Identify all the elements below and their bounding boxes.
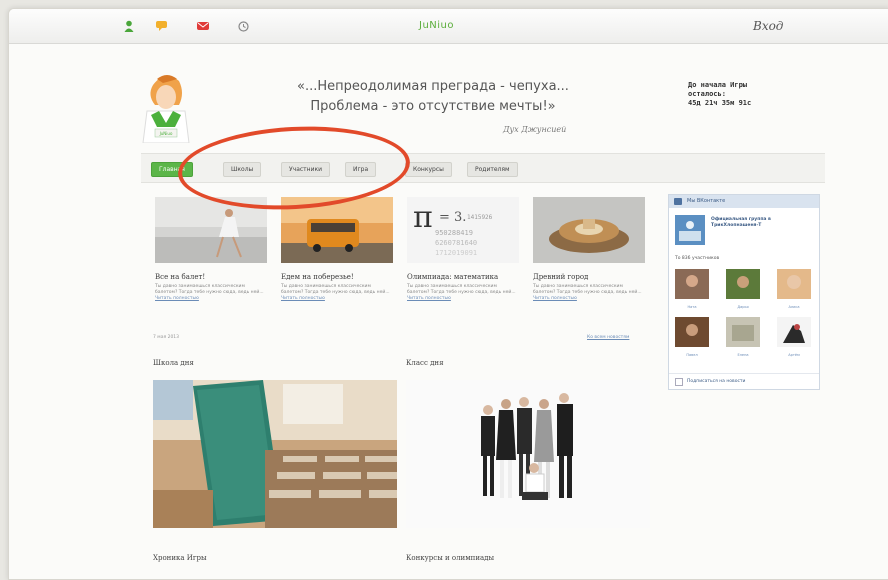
news-title[interactable]: Олимпиада: математика [407, 273, 519, 281]
vk-member-name[interactable]: Алиса [777, 305, 811, 309]
quote-line-1: «...Непреодолимая преграда - чепуха... [297, 79, 569, 94]
mail-icon[interactable] [197, 20, 209, 32]
news-card[interactable]: Все на балет! Ты давно занимаешься класс… [155, 197, 267, 301]
svg-text:= 3.: = 3. [439, 210, 466, 225]
news-text: Ты давно занимаешься классическим балето… [281, 284, 390, 295]
svg-text:6260781640: 6260781640 [435, 239, 477, 247]
all-news-link[interactable]: Ко всем новостям [587, 335, 629, 340]
news-thumb-ballet[interactable] [155, 197, 267, 263]
news-thumb-bus[interactable] [281, 197, 393, 263]
news-read-more[interactable]: Читать полностью [533, 296, 645, 301]
vk-member-name[interactable]: Дарья [726, 305, 760, 309]
main-nav: Главная Школы Участники Игра Конкурсы Ро… [141, 153, 825, 183]
countdown-label-1: До начала Игры [688, 81, 748, 89]
news-card[interactable]: Древний город Ты давно занимаешься класс… [533, 197, 645, 301]
vk-member-name[interactable]: Ната [675, 305, 709, 309]
class-of-day-title: Класс дня [406, 359, 444, 367]
top-bar: JuNiuo Вход [9, 9, 888, 44]
chat-icon[interactable] [156, 20, 168, 32]
news-read-more[interactable]: Читать полностью [281, 296, 393, 301]
vk-member[interactable]: Дарья [726, 269, 760, 309]
header-quote: «...Непреодолимая преграда - чепуха... П… [213, 77, 653, 117]
subscribe-label: Подписаться на новости [687, 379, 746, 384]
news-title[interactable]: Все на балет! [155, 273, 267, 281]
svg-text:1415926: 1415926 [467, 214, 493, 221]
vk-member[interactable]: Павел [675, 317, 709, 357]
vk-group-avatar[interactable] [675, 215, 705, 245]
news-read-more[interactable]: Читать полностью [155, 296, 267, 301]
nav-schools[interactable]: Школы [223, 162, 262, 177]
news-card[interactable]: Едем на поберезье! Ты давно занимаешься … [281, 197, 393, 301]
vk-members-count: То 836 участников [675, 256, 720, 261]
news-text: Ты давно занимаешься классическим балето… [533, 284, 642, 295]
vk-member[interactable]: Артём [777, 317, 811, 357]
nav-home[interactable]: Главная [151, 162, 193, 177]
svg-text:1712019091: 1712019091 [435, 249, 477, 257]
vk-icon [674, 198, 682, 205]
svg-text:π: π [413, 200, 433, 235]
svg-text:JuNiuo: JuNiuo [159, 131, 173, 136]
countdown-value: 45д 21ч 35м 91с [688, 99, 752, 107]
quote-line-2: Проблема - это отсутствие мечты!» [310, 99, 556, 114]
vk-group-name[interactable]: Официальная группа в ТрикХлопнашеня-Т [711, 217, 811, 229]
game-chronicle-title: Хроника Игры [153, 554, 207, 562]
vk-member-name[interactable]: Елена [726, 353, 760, 357]
news-thumb-pi[interactable]: π = 3. 1415926 950288419 6260781640 1712… [407, 197, 519, 263]
countdown-label-2: осталось: [688, 90, 726, 98]
vk-member[interactable]: Алиса [777, 269, 811, 309]
nav-parents[interactable]: Родителям [467, 162, 518, 177]
news-title[interactable]: Древний город [533, 273, 645, 281]
quote-author: Дух Джунсией [503, 125, 567, 134]
vk-member[interactable]: Елена [726, 317, 760, 357]
clock-icon[interactable] [237, 20, 249, 32]
class-of-day-image[interactable] [406, 380, 650, 528]
contests-title: Конкурсы и олимпиады [406, 554, 495, 562]
user-icon[interactable] [123, 20, 135, 32]
signin-link[interactable]: Вход [753, 19, 783, 33]
browser-frame: JuNiuo Вход JuNiuo «...Непреодолимая пре… [8, 8, 888, 580]
vk-widget-title: Мы ВКонтакте [687, 198, 726, 204]
vk-widget-header[interactable]: Мы ВКонтакте [669, 195, 819, 208]
nav-game[interactable]: Игра [345, 162, 377, 177]
news-read-more[interactable]: Читать полностью [407, 296, 519, 301]
news-date: 7 мая 2013 [153, 335, 180, 340]
svg-text:950288419: 950288419 [435, 229, 473, 237]
school-of-day-title: Школа дня [153, 359, 194, 367]
mascot-image: JuNiuo [135, 67, 197, 144]
news-thumb-city[interactable] [533, 197, 645, 263]
nav-contests[interactable]: Конкурсы [405, 162, 452, 177]
countdown: До начала Игры осталось: 45д 21ч 35м 91с [688, 81, 808, 108]
vk-member[interactable]: Ната [675, 269, 709, 309]
vk-widget: Мы ВКонтакте Официальная группа в ТрикХл… [668, 194, 820, 390]
subscribe-checkbox[interactable] [675, 378, 683, 386]
vk-subscribe[interactable]: Подписаться на новости [669, 373, 819, 389]
vk-member-name[interactable]: Павел [675, 353, 709, 357]
site-logo[interactable]: JuNiuo [419, 20, 454, 31]
vk-member-name[interactable]: Артём [777, 353, 811, 357]
nav-participants[interactable]: Участники [281, 162, 331, 177]
news-text: Ты давно занимаешься классическим балето… [155, 284, 264, 295]
school-of-day-image[interactable] [153, 380, 397, 528]
news-title[interactable]: Едем на поберезье! [281, 273, 393, 281]
news-text: Ты давно занимаешься классическим балето… [407, 284, 516, 295]
news-card[interactable]: π = 3. 1415926 950288419 6260781640 1712… [407, 197, 519, 301]
